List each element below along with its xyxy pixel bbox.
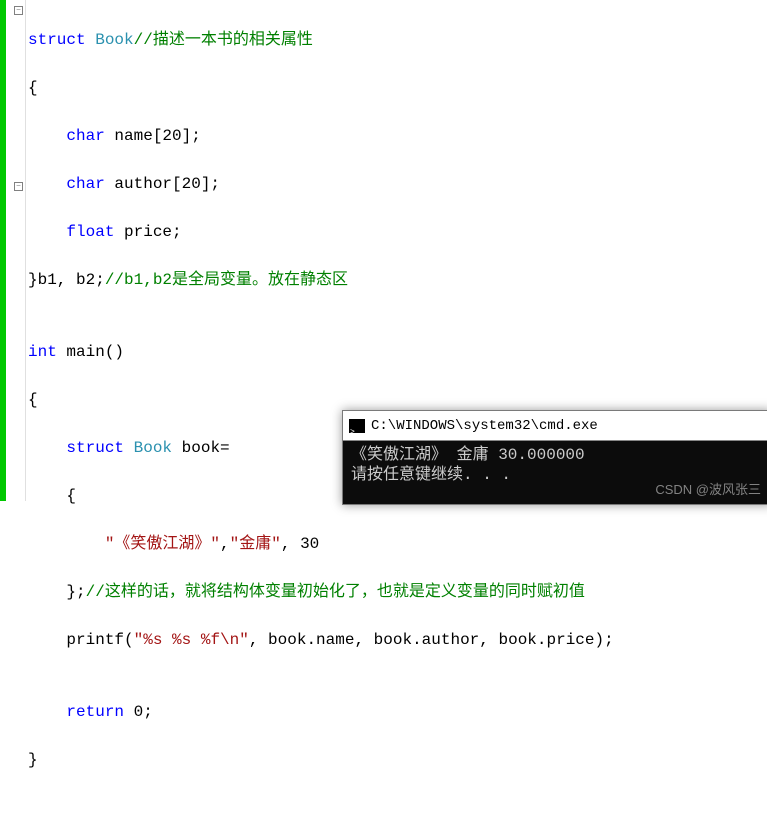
code-line: return 0; bbox=[28, 700, 614, 724]
type-book: Book bbox=[124, 439, 172, 457]
number-part: , 30 bbox=[281, 535, 319, 553]
brace: { bbox=[28, 391, 38, 409]
fold-toggle-icon[interactable]: − bbox=[14, 182, 23, 191]
printf-call: printf( bbox=[28, 631, 134, 649]
indent bbox=[28, 127, 66, 145]
code-line: { bbox=[28, 76, 614, 100]
declarator: name[20]; bbox=[105, 127, 201, 145]
keyword-struct: struct bbox=[28, 31, 86, 49]
format-string: "%s %s %f\n" bbox=[134, 631, 249, 649]
brace: { bbox=[28, 79, 38, 97]
keyword-struct: struct bbox=[66, 439, 124, 457]
fold-toggle-icon[interactable]: − bbox=[14, 6, 23, 15]
declarator: price; bbox=[114, 223, 181, 241]
code-line: char author[20]; bbox=[28, 172, 614, 196]
string-literal: "《笑傲江湖》" bbox=[105, 535, 220, 553]
code-line: int main() bbox=[28, 340, 614, 364]
code-line: float price; bbox=[28, 220, 614, 244]
watermark-text: CSDN @波风张三 bbox=[655, 479, 761, 498]
fold-column: − − bbox=[12, 0, 26, 501]
keyword-char: char bbox=[66, 175, 104, 193]
string-literal: "金庸" bbox=[230, 535, 281, 553]
code-line: };//这样的话，就将结构体变量初始化了，也就是定义变量的同时赋初值 bbox=[28, 580, 614, 604]
terminal-window[interactable]: C:\WINDOWS\system32\cmd.exe 《笑傲江湖》 金庸 30… bbox=[342, 410, 767, 505]
code-line: char name[20]; bbox=[28, 124, 614, 148]
indent bbox=[28, 535, 105, 553]
init-end: }; bbox=[28, 583, 86, 601]
keyword-char: char bbox=[66, 127, 104, 145]
func-sig: main() bbox=[57, 343, 124, 361]
var-decl: book= bbox=[172, 439, 230, 457]
args: , book.name, book.author, book.price); bbox=[249, 631, 614, 649]
keyword-return: return bbox=[66, 703, 124, 721]
cmd-icon bbox=[349, 419, 365, 433]
comment: //描述一本书的相关属性 bbox=[134, 31, 313, 49]
code-line: "《笑傲江湖》","金庸", 30 bbox=[28, 532, 614, 556]
struct-tail: }b1, b2; bbox=[28, 271, 105, 289]
keyword-int: int bbox=[28, 343, 57, 361]
code-line: } bbox=[28, 748, 614, 772]
comment: //b1,b2是全局变量。放在静态区 bbox=[105, 271, 348, 289]
indent bbox=[28, 439, 66, 457]
indent bbox=[28, 223, 66, 241]
code-line: struct Book//描述一本书的相关属性 bbox=[28, 28, 614, 52]
brace: } bbox=[28, 751, 38, 769]
terminal-titlebar[interactable]: C:\WINDOWS\system32\cmd.exe bbox=[343, 411, 767, 441]
comment: //这样的话，就将结构体变量初始化了，也就是定义变量的同时赋初值 bbox=[86, 583, 585, 601]
type-book: Book bbox=[86, 31, 134, 49]
return-val: 0; bbox=[124, 703, 153, 721]
comma: , bbox=[220, 535, 230, 553]
declarator: author[20]; bbox=[105, 175, 220, 193]
brace: { bbox=[28, 487, 76, 505]
code-line: { bbox=[28, 388, 614, 412]
code-line: printf("%s %s %f\n", book.name, book.aut… bbox=[28, 628, 614, 652]
indent bbox=[28, 175, 66, 193]
indent bbox=[28, 703, 66, 721]
code-line: }b1, b2;//b1,b2是全局变量。放在静态区 bbox=[28, 268, 614, 292]
keyword-float: float bbox=[66, 223, 114, 241]
terminal-title-text: C:\WINDOWS\system32\cmd.exe bbox=[371, 411, 598, 441]
output-line: 《笑傲江湖》 金庸 30.000000 bbox=[351, 445, 763, 465]
